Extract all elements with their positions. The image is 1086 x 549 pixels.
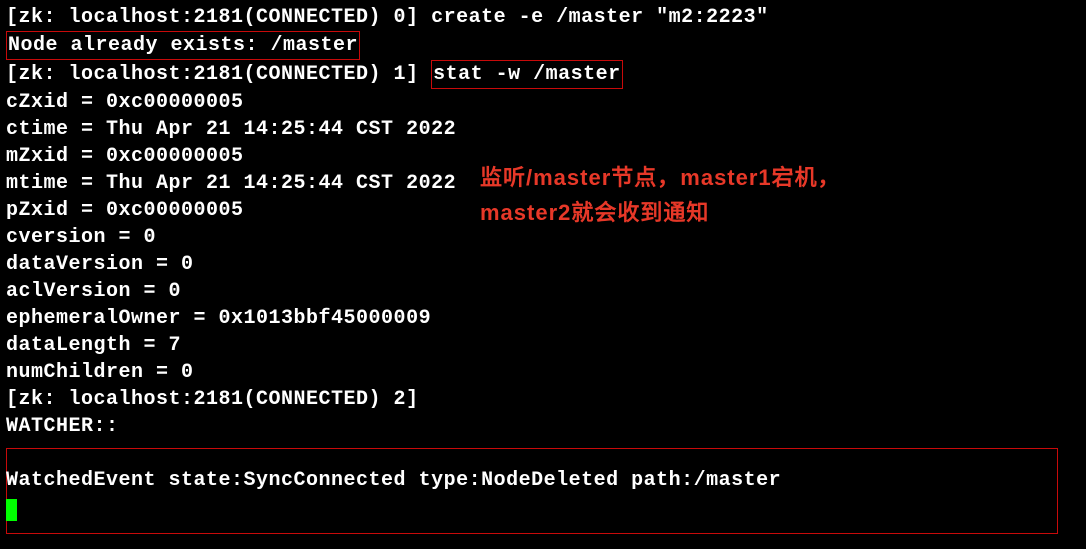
node-exists-highlight: Node already exists: /master: [6, 31, 360, 60]
watcher-blank: [6, 440, 1080, 467]
annotation-line-2: master2就会收到通知: [480, 195, 841, 230]
terminal-line-prompt2: [zk: localhost:2181(CONNECTED) 2]: [6, 386, 1080, 413]
stat-datalength: dataLength = 7: [6, 332, 1080, 359]
watcher-header: WATCHER::: [6, 413, 1080, 440]
prompt-1: [zk: localhost:2181(CONNECTED) 1]: [6, 63, 431, 86]
prompt-0: [zk: localhost:2181(CONNECTED) 0]: [6, 6, 431, 29]
stat-czxid: cZxid = 0xc00000005: [6, 89, 1080, 116]
stat-dataversion: dataVersion = 0: [6, 251, 1080, 278]
stat-cmd-highlight: stat -w /master: [431, 60, 623, 89]
prompt-2: [zk: localhost:2181(CONNECTED) 2]: [6, 388, 419, 411]
terminal-cursor[interactable]: [6, 499, 17, 521]
cmd-create: create -e /master "m2:2223": [431, 6, 769, 29]
stat-ephemeralowner: ephemeralOwner = 0x1013bbf45000009: [6, 305, 1080, 332]
terminal-line-stat: [zk: localhost:2181(CONNECTED) 1] stat -…: [6, 60, 1080, 89]
watcher-event: WatchedEvent state:SyncConnected type:No…: [6, 467, 1080, 494]
stat-ctime: ctime = Thu Apr 21 14:25:44 CST 2022: [6, 116, 1080, 143]
stat-numchildren: numChildren = 0: [6, 359, 1080, 386]
annotation-line-1: 监听/master节点，master1宕机，: [480, 160, 841, 195]
terminal-line-create: [zk: localhost:2181(CONNECTED) 0] create…: [6, 4, 1080, 31]
cursor-line[interactable]: [6, 494, 1080, 521]
terminal-line-exists: Node already exists: /master: [6, 31, 1080, 60]
annotation-text: 监听/master节点，master1宕机， master2就会收到通知: [480, 160, 841, 230]
stat-aclversion: aclVersion = 0: [6, 278, 1080, 305]
